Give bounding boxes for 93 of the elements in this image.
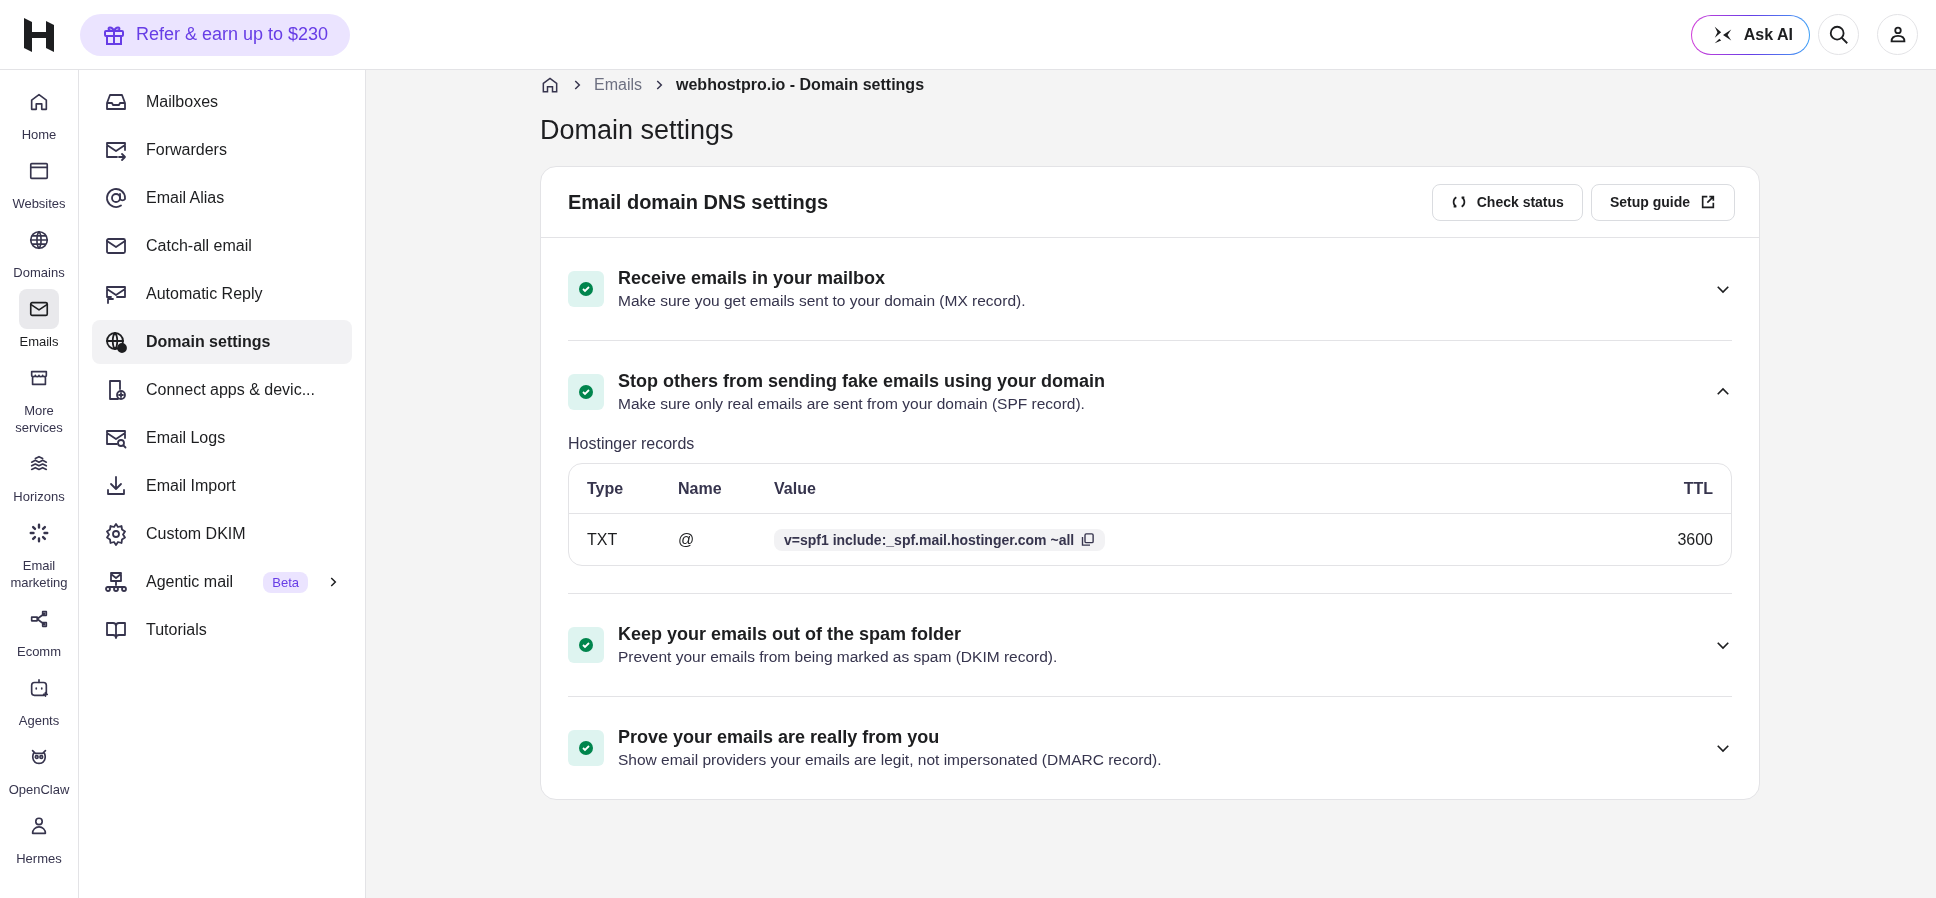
column-header: Type xyxy=(569,464,660,514)
section-description: Prevent your emails from being marked as spam (DKIM record). xyxy=(618,648,1059,666)
sidebar-item[interactable]: Email Logs xyxy=(92,416,352,460)
section-title: Receive emails in your mailbox xyxy=(618,268,887,289)
breadcrumb-current: webhostpro.io - Domain settings xyxy=(676,76,925,94)
rail-item[interactable]: Home xyxy=(1,82,77,143)
rail-label: More services xyxy=(14,402,64,436)
sidebar-label: Email Alias xyxy=(146,189,225,207)
ask-ai-button[interactable]: Ask AI xyxy=(1690,14,1810,55)
setup-guide-button[interactable]: Setup guide xyxy=(1590,183,1735,221)
beta-badge: Beta xyxy=(263,571,308,593)
sidebar-label: Agentic mail xyxy=(146,573,234,591)
sidebar-item[interactable]: Email Import xyxy=(92,464,352,508)
column-header: Value xyxy=(756,464,1572,514)
rail-item[interactable]: Hermes xyxy=(1,806,77,867)
sidebar-label: Domain settings xyxy=(146,333,271,351)
page-title: Domain settings xyxy=(540,115,735,146)
sidebar-label: Mailboxes xyxy=(146,93,219,111)
sidebar-item[interactable]: Domain settings xyxy=(92,320,352,364)
download-icon xyxy=(104,474,128,498)
sidebar-item[interactable]: Automatic Reply xyxy=(92,272,352,316)
gear-icon xyxy=(104,522,128,546)
rail-item[interactable]: Horizons xyxy=(1,444,77,505)
column-header: Name xyxy=(660,464,756,514)
sidebar-item[interactable]: Mailboxes xyxy=(92,80,352,124)
home-icon[interactable] xyxy=(540,75,560,95)
sidebar-label: Custom DKIM xyxy=(146,525,246,543)
robot-icon xyxy=(28,677,50,699)
sidebar-label: Connect apps & devic... xyxy=(146,381,315,399)
globe-icon xyxy=(28,229,50,251)
sidebar-item[interactable]: Connect apps & devic... xyxy=(92,368,352,412)
account-button[interactable] xyxy=(1877,14,1918,55)
table-cell: 3600 xyxy=(1677,530,1713,548)
rail-item[interactable]: Emails xyxy=(1,289,77,350)
section-description: Show email providers your emails are legit, not impersonated (DMARC record). xyxy=(618,751,1163,769)
rail-item[interactable]: Websites xyxy=(1,151,77,212)
search-icon xyxy=(1827,23,1850,46)
home-icon xyxy=(28,91,50,113)
envelope-network-icon xyxy=(104,570,128,594)
accordion-header[interactable]: Prove your emails are really from you Show email providers your emails are legit, not impersonated (DMARC record). xyxy=(568,697,1732,799)
rail-label: Horizons xyxy=(12,488,66,505)
section-title: Stop others from sending fake emails using your domain xyxy=(618,371,1107,392)
rail-label: Websites xyxy=(11,195,67,212)
sidebar-item[interactable]: Forwarders xyxy=(92,128,352,172)
external-link-icon xyxy=(1700,194,1716,210)
copy-icon[interactable] xyxy=(1080,532,1096,547)
accordion-header[interactable]: Keep your emails out of the spam folder Prevent your emails from being marked as spam (DKIM record). xyxy=(568,594,1732,696)
sidebar-label: Forwarders xyxy=(146,141,227,159)
sidebar-item[interactable]: Tutorials xyxy=(92,608,352,652)
section-title: Keep your emails out of the spam folder xyxy=(618,624,963,645)
breadcrumb-link[interactable]: Emails xyxy=(594,76,642,94)
rail-label: OpenClaw xyxy=(7,781,71,798)
section-title: Prove your emails are really from you xyxy=(618,727,941,748)
globe-plus-icon xyxy=(104,330,128,354)
sidebar-label: Automatic Reply xyxy=(146,285,263,303)
rail-item[interactable]: Email marketing xyxy=(1,513,77,591)
sidebar-item[interactable]: Custom DKIM xyxy=(92,512,352,556)
table-cell: TXT xyxy=(587,530,618,548)
accordion-header[interactable]: Receive emails in your mailbox Make sure you get emails sent to your domain (MX record). xyxy=(568,238,1732,340)
rail-label: Hermes xyxy=(15,850,63,867)
spinner-dots-icon xyxy=(28,522,50,544)
sidebar-item[interactable]: Agentic mail Beta xyxy=(92,560,352,604)
sidebar-label: Email Logs xyxy=(146,429,226,447)
at-sign-icon xyxy=(104,186,128,210)
referral-link[interactable]: Refer & earn up to $230 xyxy=(80,13,351,56)
browser-window-icon xyxy=(28,160,50,182)
rail-item[interactable]: Ecomm xyxy=(1,599,77,660)
rail-item[interactable]: Agents xyxy=(1,668,77,729)
rail-label: Ecomm xyxy=(15,643,63,660)
record-value: v=spf1 include:_spf.mail.hostinger.com ~all xyxy=(774,528,1106,551)
sidebar-item[interactable]: Email Alias xyxy=(92,176,352,220)
section-description: Make sure you get emails sent to your domain (MX record). xyxy=(618,292,1027,310)
rail-item[interactable]: OpenClaw xyxy=(1,737,77,798)
search-button[interactable] xyxy=(1818,14,1859,55)
sidebar-label: Catch-all email xyxy=(146,237,252,255)
nodes-icon xyxy=(28,608,50,630)
rail-label: Home xyxy=(20,126,58,143)
rail-label: Domains xyxy=(12,264,66,281)
sidebar-label: Tutorials xyxy=(146,621,207,639)
column-header: TTL xyxy=(1571,464,1731,514)
sidebar-item[interactable]: Catch-all email xyxy=(92,224,352,268)
section-description: Make sure only real emails are sent from your domain (SPF record). xyxy=(618,395,1086,413)
sidebar-label: Email Import xyxy=(146,477,236,495)
rail-label: Email marketing xyxy=(9,557,69,591)
rail-item[interactable]: Domains xyxy=(1,220,77,281)
check-status-button[interactable]: Check status xyxy=(1431,183,1583,221)
logo-icon[interactable] xyxy=(24,17,54,52)
card-title: Email domain DNS settings xyxy=(568,190,829,214)
table-cell: @ xyxy=(678,530,695,548)
rail-item[interactable]: More services xyxy=(1,358,77,436)
records-label: Hostinger records xyxy=(568,435,696,453)
rail-label: Agents xyxy=(17,712,61,729)
rail-label: Emails xyxy=(18,333,60,350)
